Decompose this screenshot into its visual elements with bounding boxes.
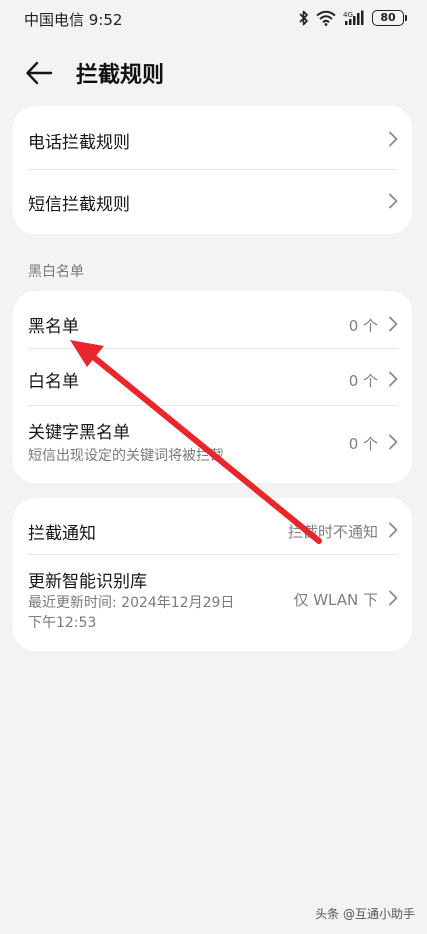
blackwhite-card: 黑名单 0 个 白名单 0 个 关键字黑名单 短信出现设定的关键词将被拦截 0 … <box>13 291 412 483</box>
sms-rule-label: 短信拦截规则 <box>28 195 130 215</box>
phone-rule-row[interactable]: 电话拦截规则 <box>13 106 412 170</box>
update-library-value: 仅 WLAN 下 <box>293 591 378 609</box>
whitelist-row[interactable]: 白名单 0 个 <box>13 349 412 405</box>
phone-rule-label: 电话拦截规则 <box>28 133 130 153</box>
watermark: 头条 @互通小助手 <box>315 907 415 921</box>
intercept-notify-row[interactable]: 拦截通知 拦截时不通知 <box>13 498 412 555</box>
chevron-right-icon <box>388 193 398 209</box>
keyword-blacklist-count: 0 个 <box>348 435 378 453</box>
whitelist-count: 0 个 <box>348 372 378 390</box>
rules-card: 电话拦截规则 短信拦截规则 <box>13 106 412 234</box>
header: 拦截规则 <box>0 50 427 96</box>
blacklist-count: 0 个 <box>348 317 378 335</box>
section-label-blackwhite: 黑白名单 <box>28 264 84 280</box>
update-time-line1: 最近更新时间: 2024年12月29日 <box>28 595 235 611</box>
intercept-notify-value: 拦截时不通知 <box>287 523 378 541</box>
page-title: 拦截规则 <box>76 63 165 88</box>
blacklist-row[interactable]: 黑名单 0 个 <box>13 291 412 349</box>
status-bar: 中国电信 9:52 4G 80 <box>0 0 427 36</box>
chevron-right-icon <box>388 434 398 450</box>
arrow-left-icon <box>24 61 54 92</box>
update-time-line2: 下午12:53 <box>28 615 97 631</box>
battery-level: 80 <box>372 10 404 26</box>
keyword-blacklist-desc: 短信出现设定的关键词将被拦截 <box>28 448 224 464</box>
chevron-right-icon <box>388 371 398 387</box>
blacklist-label: 黑名单 <box>28 317 79 337</box>
back-button[interactable] <box>24 58 56 88</box>
keyword-blacklist-label: 关键字黑名单 <box>28 423 130 443</box>
sms-rule-row[interactable]: 短信拦截规则 <box>13 170 412 234</box>
intercept-notify-label: 拦截通知 <box>28 524 96 544</box>
chevron-right-icon <box>388 316 398 332</box>
bluetooth-icon <box>299 10 309 26</box>
4g-signal-icon: 4G <box>343 10 365 26</box>
keyword-blacklist-row[interactable]: 关键字黑名单 短信出现设定的关键词将被拦截 0 个 <box>13 406 412 483</box>
update-library-row[interactable]: 更新智能识别库 最近更新时间: 2024年12月29日 下午12:53 仅 WL… <box>13 555 412 651</box>
battery-icon: 80 <box>372 10 407 26</box>
whitelist-label: 白名单 <box>28 372 79 392</box>
svg-text:4G: 4G <box>343 11 353 19</box>
status-carrier-time: 中国电信 9:52 <box>24 11 123 29</box>
notify-card: 拦截通知 拦截时不通知 更新智能识别库 最近更新时间: 2024年12月29日 … <box>13 498 412 651</box>
wifi-icon <box>316 10 336 26</box>
chevron-right-icon <box>388 131 398 147</box>
chevron-right-icon <box>388 522 398 538</box>
status-icons: 4G 80 <box>299 8 407 28</box>
battery-tip <box>405 15 407 21</box>
update-library-label: 更新智能识别库 <box>28 572 147 592</box>
chevron-right-icon <box>388 590 398 606</box>
